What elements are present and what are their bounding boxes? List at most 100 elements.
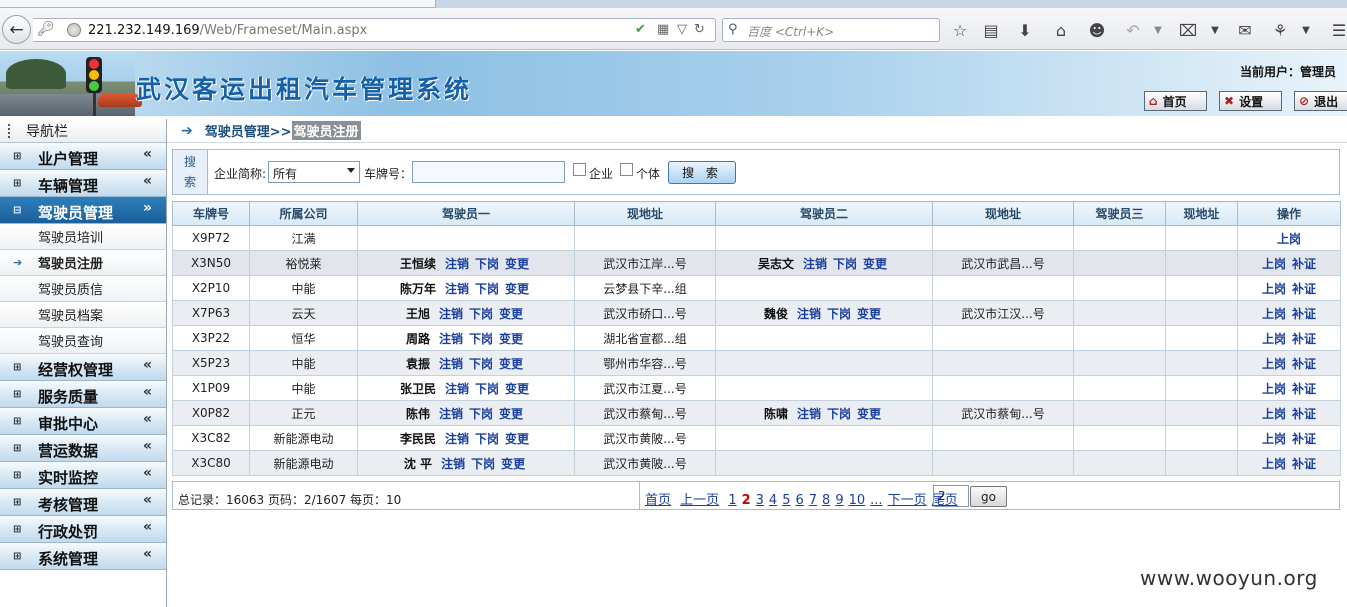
browser-search[interactable]: ⚲ 百度 <Ctrl+K>	[722, 18, 940, 42]
change-link[interactable]: 变更	[505, 282, 529, 296]
sidebar-item-driver-training[interactable]: 驾驶员培训	[0, 224, 166, 250]
individual-checkbox[interactable]	[620, 163, 633, 176]
menu-household[interactable]: ⊞ 业户管理 «	[0, 143, 166, 170]
menu-vehicle[interactable]: ⊞ 车辆管理 «	[0, 170, 166, 197]
extension-dropdown-icon[interactable]: ▼	[1294, 18, 1318, 42]
off-duty-link[interactable]: 下岗	[475, 432, 499, 446]
cancel-link[interactable]: 注销	[439, 332, 463, 346]
undo-dropdown-icon[interactable]: ▼	[1146, 18, 1170, 42]
enterprise-checkbox[interactable]	[573, 163, 586, 176]
comment-icon[interactable]: ✉	[1233, 18, 1257, 42]
off-duty-link[interactable]: 下岗	[827, 307, 851, 321]
page-number-link[interactable]: 3	[756, 493, 764, 508]
page-input[interactable]: 2	[933, 485, 969, 507]
home-icon[interactable]: ⌂	[1049, 18, 1073, 42]
off-duty-link[interactable]: 下岗	[469, 407, 493, 421]
menu-icon[interactable]: ☰	[1327, 18, 1347, 42]
back-icon[interactable]: ←	[2, 15, 31, 44]
change-link[interactable]: 变更	[863, 257, 887, 271]
page-number-link[interactable]: 4	[769, 493, 777, 508]
search-button[interactable]: 搜 索	[668, 161, 736, 184]
change-link[interactable]: 变更	[857, 307, 881, 321]
change-link[interactable]: 变更	[505, 432, 529, 446]
sidebar-item-driver-credit[interactable]: 驾驶员质信	[0, 276, 166, 302]
off-duty-link[interactable]: 下岗	[475, 257, 499, 271]
page-number-link[interactable]: 1	[728, 493, 736, 508]
chat-icon[interactable]: ☻	[1085, 18, 1109, 42]
menu-approval[interactable]: ⊞ 审批中心 «	[0, 408, 166, 435]
page-number-link[interactable]: 10	[849, 493, 866, 508]
off-duty-link[interactable]: 下岗	[471, 457, 495, 471]
on-duty-link[interactable]: 上岗	[1262, 307, 1286, 321]
crop-dropdown-icon[interactable]: ▼	[1203, 18, 1227, 42]
on-duty-link[interactable]: 上岗	[1262, 432, 1286, 446]
change-link[interactable]: 变更	[499, 332, 523, 346]
off-duty-link[interactable]: 下岗	[469, 357, 493, 371]
cancel-link[interactable]: 注销	[441, 457, 465, 471]
change-link[interactable]: 变更	[505, 382, 529, 396]
page-number-link[interactable]: 2	[742, 493, 751, 508]
plate-input[interactable]	[412, 161, 565, 183]
dropdown-icon[interactable]: ▽	[677, 22, 687, 37]
reissue-link[interactable]: 补证	[1292, 457, 1316, 471]
reissue-link[interactable]: 补证	[1292, 257, 1316, 271]
shield-icon[interactable]: ✔	[635, 22, 646, 37]
page-number-link[interactable]: 7	[809, 493, 817, 508]
sidebar-item-driver-register[interactable]: ➔ 驾驶员注册	[0, 250, 166, 276]
cancel-link[interactable]: 注销	[445, 382, 469, 396]
cancel-link[interactable]: 注销	[439, 407, 463, 421]
next-page-link[interactable]: 下一页	[888, 493, 927, 508]
sidebar-item-driver-archive[interactable]: 驾驶员档案	[0, 302, 166, 328]
on-duty-link[interactable]: 上岗	[1262, 457, 1286, 471]
bookmark-star-icon[interactable]: ☆	[948, 18, 972, 42]
reading-list-icon[interactable]: ▤	[979, 18, 1003, 42]
change-link[interactable]: 变更	[505, 257, 529, 271]
address-bar[interactable]: 🔑︎ 221.232.149.169/Web/Frameset/Main.asp…	[33, 18, 716, 42]
reissue-link[interactable]: 补证	[1292, 332, 1316, 346]
cancel-link[interactable]: 注销	[803, 257, 827, 271]
reissue-link[interactable]: 补证	[1292, 407, 1316, 421]
browser-tab[interactable]	[0, 0, 436, 8]
qr-icon[interactable]: ▦	[657, 22, 669, 37]
page-number-link[interactable]: ...	[870, 493, 882, 508]
company-select[interactable]: 所有	[268, 161, 360, 183]
off-duty-link[interactable]: 下岗	[827, 407, 851, 421]
cancel-link[interactable]: 注销	[445, 257, 469, 271]
menu-system[interactable]: ⊞ 系统管理 «	[0, 543, 166, 570]
on-duty-link[interactable]: 上岗	[1277, 232, 1301, 246]
change-link[interactable]: 变更	[499, 357, 523, 371]
change-link[interactable]: 变更	[857, 407, 881, 421]
on-duty-link[interactable]: 上岗	[1262, 382, 1286, 396]
sidebar-item-driver-query[interactable]: 驾驶员查询	[0, 328, 166, 354]
on-duty-link[interactable]: 上岗	[1262, 407, 1286, 421]
reload-icon[interactable]: ↻	[694, 22, 705, 37]
off-duty-link[interactable]: 下岗	[469, 332, 493, 346]
on-duty-link[interactable]: 上岗	[1262, 332, 1286, 346]
menu-assessment[interactable]: ⊞ 考核管理 «	[0, 489, 166, 516]
crop-icon[interactable]: ⌧	[1176, 18, 1200, 42]
off-duty-link[interactable]: 下岗	[469, 307, 493, 321]
reissue-link[interactable]: 补证	[1292, 307, 1316, 321]
extension-icon[interactable]: ⚘	[1268, 18, 1292, 42]
cancel-link[interactable]: 注销	[445, 282, 469, 296]
menu-service-quality[interactable]: ⊞ 服务质量 «	[0, 381, 166, 408]
download-icon[interactable]: ⬇	[1013, 18, 1037, 42]
cancel-link[interactable]: 注销	[439, 357, 463, 371]
change-link[interactable]: 变更	[501, 457, 525, 471]
undo-icon[interactable]: ↶	[1121, 18, 1145, 42]
cancel-link[interactable]: 注销	[797, 407, 821, 421]
home-button[interactable]: ⌂ 首页	[1144, 91, 1207, 111]
page-number-link[interactable]: 5	[782, 493, 790, 508]
cancel-link[interactable]: 注销	[445, 432, 469, 446]
settings-button[interactable]: ✖ 设置	[1219, 91, 1282, 111]
reissue-link[interactable]: 补证	[1292, 357, 1316, 371]
reissue-link[interactable]: 补证	[1292, 282, 1316, 296]
on-duty-link[interactable]: 上岗	[1262, 257, 1286, 271]
off-duty-link[interactable]: 下岗	[833, 257, 857, 271]
page-number-link[interactable]: 9	[835, 493, 843, 508]
menu-operation-data[interactable]: ⊞ 营运数据 «	[0, 435, 166, 462]
on-duty-link[interactable]: 上岗	[1262, 282, 1286, 296]
page-number-link[interactable]: 8	[822, 493, 830, 508]
breadcrumb-parent[interactable]: 驾驶员管理>>	[205, 121, 292, 140]
logout-button[interactable]: ⊘ 退出	[1294, 91, 1347, 111]
